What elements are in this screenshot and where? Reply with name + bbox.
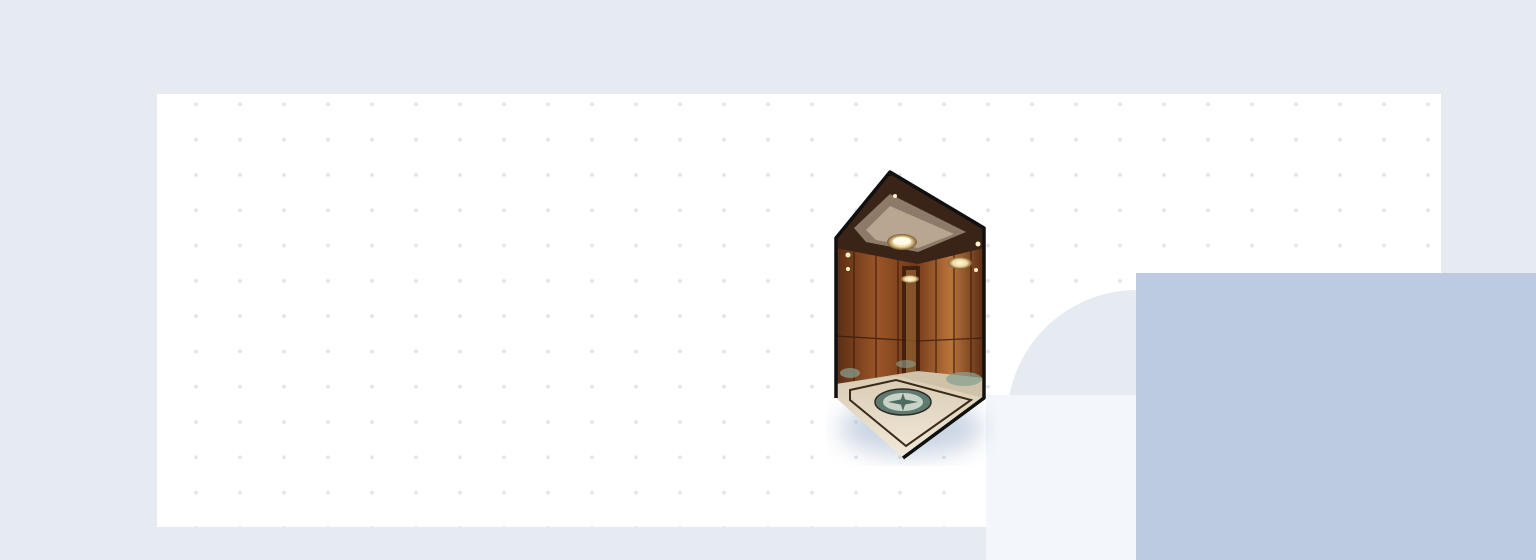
- elevator-cabin-image: [826, 166, 996, 466]
- elevator-illustration: [834, 170, 986, 460]
- decorative-blue-panel: [1136, 273, 1536, 560]
- decorative-pale-panel: [986, 395, 1136, 560]
